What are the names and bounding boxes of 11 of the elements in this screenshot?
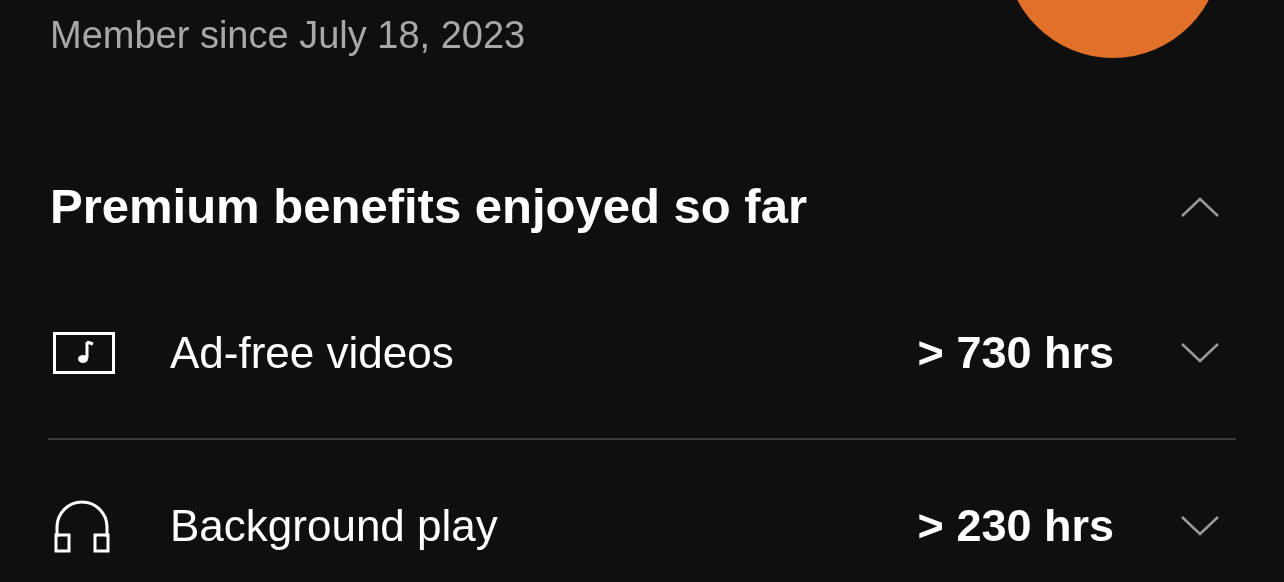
headphones-icon <box>53 499 111 553</box>
benefit-label: Ad-free videos <box>170 326 455 379</box>
chevron-up-icon[interactable] <box>1180 196 1220 218</box>
music-note-icon <box>53 331 115 374</box>
benefit-value: > 230 hrs <box>917 499 1114 554</box>
benefit-label: Background play <box>170 500 499 552</box>
chevron-down-icon[interactable] <box>1180 341 1220 364</box>
section-title: Premium benefits enjoyed so far <box>50 178 807 236</box>
chevron-down-icon[interactable] <box>1180 515 1220 537</box>
member-since-text: Member since July 18, 2023 <box>50 13 526 58</box>
benefit-value: > 730 hrs <box>917 325 1114 380</box>
